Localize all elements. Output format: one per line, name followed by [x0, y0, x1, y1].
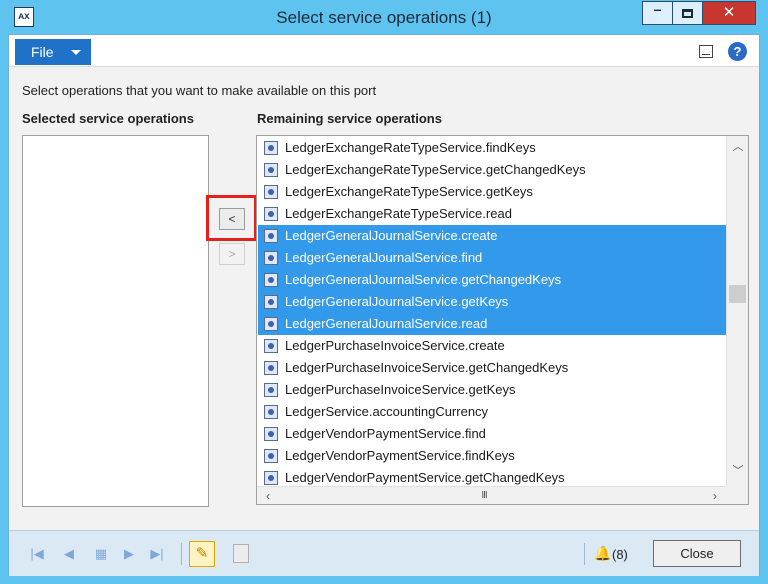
list-item[interactable]: LedgerPurchaseInvoiceService.getChangedK…	[258, 357, 726, 379]
close-button[interactable]: Close	[653, 540, 741, 567]
service-operation-icon	[264, 163, 278, 177]
next-record-icon[interactable]: ▶	[119, 545, 139, 563]
service-operation-icon	[264, 317, 278, 331]
service-operation-icon	[264, 229, 278, 243]
layout-icon[interactable]	[699, 45, 713, 58]
grid-view-icon[interactable]: ▦	[91, 545, 111, 563]
bottom-toolbar: |◀ ◀ ▦ ▶ ▶| ✎ 🔔 (8) Close	[9, 530, 759, 576]
scroll-right-icon[interactable]: ›	[706, 487, 724, 504]
notification-bell-icon[interactable]: 🔔	[594, 545, 611, 562]
scroll-down-icon[interactable]: ﹀	[727, 462, 748, 480]
selected-operations-header: Selected service operations	[22, 111, 194, 126]
dialog-window: ᴀx Select service operations (1) – ✕ Fil…	[0, 0, 768, 584]
service-operation-icon	[264, 471, 278, 485]
list-item-label: LedgerGeneralJournalService.read	[285, 316, 488, 331]
remaining-operations-list[interactable]: LedgerExchangeRateTypeService.findKeys Le…	[256, 135, 749, 505]
vertical-scrollbar[interactable]: ︿ ﹀	[726, 136, 748, 486]
list-item-label: LedgerPurchaseInvoiceService.create	[285, 338, 505, 353]
remaining-operations-header: Remaining service operations	[257, 111, 442, 126]
list-item[interactable]: LedgerExchangeRateTypeService.read	[258, 203, 726, 225]
highlight-annotation	[206, 195, 257, 241]
list-item[interactable]: LedgerPurchaseInvoiceService.create	[258, 335, 726, 357]
file-menu-button[interactable]: File	[15, 39, 91, 65]
list-item[interactable]: LedgerVendorPaymentService.findKeys	[258, 445, 726, 467]
title-bar: ᴀx Select service operations (1) – ✕	[0, 0, 768, 34]
service-operation-icon	[264, 449, 278, 463]
list-item[interactable]: LedgerGeneralJournalService.getKeys	[258, 291, 726, 313]
list-item-label: LedgerGeneralJournalService.getKeys	[285, 294, 509, 309]
service-operation-icon	[264, 185, 278, 199]
list-item-label: LedgerGeneralJournalService.find	[285, 250, 483, 265]
service-operation-icon	[264, 339, 278, 353]
list-item[interactable]: LedgerGeneralJournalService.create	[258, 225, 726, 247]
list-item[interactable]: LedgerGeneralJournalService.find	[258, 247, 726, 269]
list-item-label: LedgerGeneralJournalService.getChangedKe…	[285, 272, 562, 287]
service-operation-icon	[264, 273, 278, 287]
list-item[interactable]: LedgerExchangeRateTypeService.findKeys	[258, 137, 726, 159]
service-operation-icon	[264, 361, 278, 375]
vertical-scroll-thumb[interactable]	[729, 285, 746, 303]
instruction-text: Select operations that you want to make …	[22, 83, 377, 98]
list-item-label: LedgerPurchaseInvoiceService.getKeys	[285, 382, 516, 397]
list-item[interactable]: LedgerExchangeRateTypeService.getChanged…	[258, 159, 726, 181]
list-item-label: LedgerExchangeRateTypeService.findKeys	[285, 140, 536, 155]
toolbar-divider	[584, 543, 585, 565]
remove-operation-button[interactable]: >	[219, 243, 245, 265]
list-item[interactable]: LedgerPurchaseInvoiceService.getKeys	[258, 379, 726, 401]
file-menu-label: File	[31, 44, 54, 60]
list-item[interactable]: LedgerService.accountingCurrency	[258, 401, 726, 423]
service-operation-icon	[264, 427, 278, 441]
last-record-icon[interactable]: ▶|	[147, 545, 167, 563]
remaining-operations-rows: LedgerExchangeRateTypeService.findKeys Le…	[258, 137, 726, 489]
notification-count[interactable]: (8)	[612, 547, 628, 562]
previous-record-icon[interactable]: ◀	[59, 545, 79, 563]
maximize-button[interactable]	[672, 1, 702, 25]
service-operation-icon	[264, 405, 278, 419]
chevron-down-icon	[71, 50, 81, 55]
list-item[interactable]: LedgerGeneralJournalService.getChangedKe…	[258, 269, 726, 291]
list-item-label: LedgerVendorPaymentService.getChangedKey…	[285, 470, 565, 485]
list-item[interactable]: LedgerVendorPaymentService.find	[258, 423, 726, 445]
service-operation-icon	[264, 383, 278, 397]
scrollbar-corner	[726, 486, 748, 504]
edit-mode-button[interactable]: ✎	[189, 541, 215, 567]
service-operation-icon	[264, 295, 278, 309]
close-window-button[interactable]: ✕	[702, 1, 756, 25]
help-icon[interactable]: ?	[728, 42, 747, 61]
list-item-label: LedgerExchangeRateTypeService.getKeys	[285, 184, 533, 199]
horizontal-scrollbar[interactable]: ‹ III ›	[257, 486, 726, 504]
list-item-label: LedgerPurchaseInvoiceService.getChangedK…	[285, 360, 569, 375]
list-item-label: LedgerExchangeRateTypeService.getChanged…	[285, 162, 586, 177]
scroll-up-icon[interactable]: ︿	[727, 138, 748, 156]
service-operation-icon	[264, 207, 278, 221]
service-operation-icon	[264, 251, 278, 265]
toolbar-divider	[181, 543, 182, 565]
service-operation-icon	[264, 141, 278, 155]
attachment-icon[interactable]	[233, 544, 249, 563]
first-record-icon[interactable]: |◀	[27, 545, 47, 563]
list-item-label: LedgerService.accountingCurrency	[285, 404, 489, 419]
menu-bar: File ?	[9, 35, 759, 67]
scroll-left-icon[interactable]: ‹	[259, 487, 277, 504]
list-item-label: LedgerVendorPaymentService.find	[285, 426, 486, 441]
list-item-label: LedgerVendorPaymentService.findKeys	[285, 448, 515, 463]
minimize-button[interactable]: –	[642, 1, 672, 25]
maximize-icon	[682, 9, 693, 18]
list-item[interactable]: LedgerExchangeRateTypeService.getKeys	[258, 181, 726, 203]
horizontal-scroll-thumb[interactable]: III	[469, 487, 499, 504]
list-item[interactable]: LedgerGeneralJournalService.read	[258, 313, 726, 335]
list-item-label: LedgerExchangeRateTypeService.read	[285, 206, 512, 221]
selected-operations-list[interactable]	[22, 135, 209, 507]
dialog-client-area: File ? Select operations that you want t…	[8, 34, 760, 576]
list-item-label: LedgerGeneralJournalService.create	[285, 228, 498, 243]
